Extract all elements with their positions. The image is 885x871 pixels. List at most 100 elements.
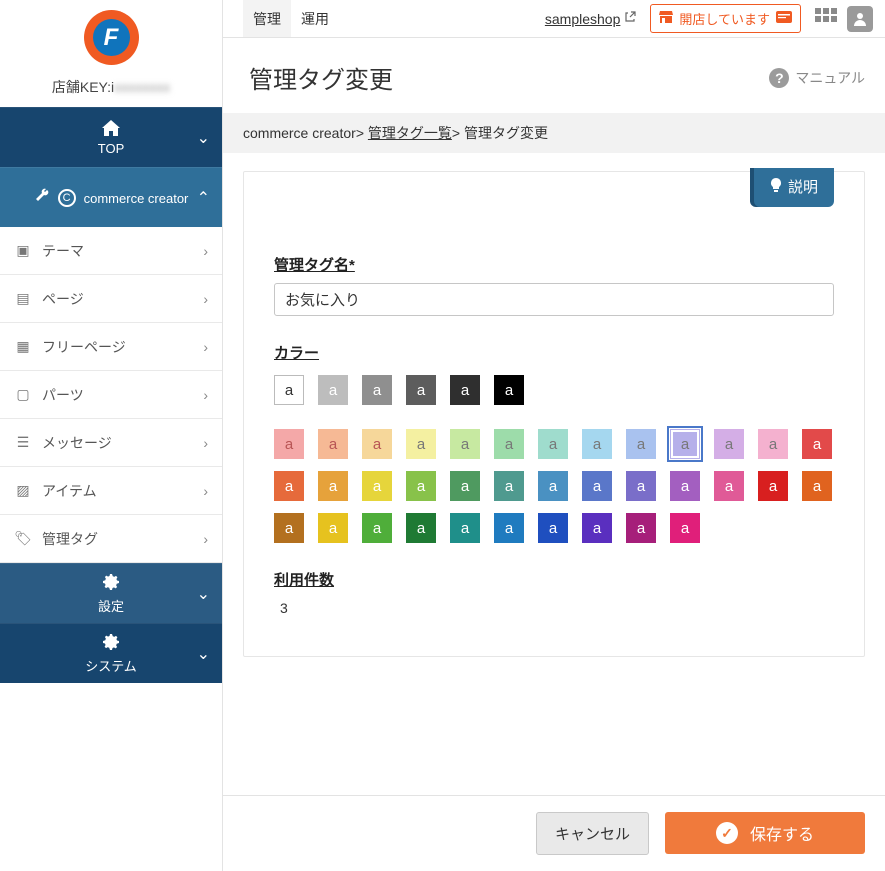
manual-link[interactable]: ? マニュアル — [769, 68, 865, 88]
breadcrumb-root: commerce creator — [243, 125, 356, 141]
color-swatch[interactable]: a — [538, 429, 568, 459]
color-swatch[interactable]: a — [494, 375, 524, 405]
color-swatch[interactable]: a — [714, 471, 744, 501]
chevron-up-icon: ⌃ — [197, 188, 210, 208]
subnav-label: アイテム — [42, 481, 97, 501]
color-swatch[interactable]: a — [670, 513, 700, 543]
subnav-label: パーツ — [42, 385, 84, 405]
color-swatch[interactable]: a — [758, 429, 788, 459]
color-swatch[interactable]: a — [626, 429, 656, 459]
freepage-icon: ▦ — [14, 338, 32, 355]
color-swatch[interactable]: a — [362, 375, 392, 405]
nav-top[interactable]: TOP ⌄ — [0, 107, 222, 167]
color-swatch[interactable]: a — [582, 513, 612, 543]
color-swatch[interactable]: a — [714, 429, 744, 459]
help-icon: ? — [769, 68, 789, 88]
color-swatch[interactable]: a — [318, 375, 348, 405]
explain-badge[interactable]: 説明 — [754, 168, 834, 207]
gear-icon — [102, 633, 120, 654]
color-swatch[interactable]: a — [318, 471, 348, 501]
chevron-right-icon: › — [203, 483, 208, 499]
color-swatch[interactable]: a — [758, 471, 788, 501]
nav-commerce-creator[interactable]: C commerce creator ⌃ — [0, 167, 222, 227]
save-label: 保存する — [750, 821, 814, 845]
nav-settings[interactable]: 設定 ⌄ — [0, 563, 222, 623]
shop-link[interactable]: sampleshop — [545, 11, 637, 27]
nav-system[interactable]: システム ⌄ — [0, 623, 222, 683]
save-button[interactable]: ✓ 保存する — [665, 812, 865, 854]
color-swatch[interactable]: a — [802, 429, 832, 459]
subnav-page[interactable]: ▤ ページ › — [0, 275, 222, 323]
color-swatch[interactable]: a — [582, 471, 612, 501]
gear-icon — [102, 573, 120, 594]
subnav-parts[interactable]: ▢ パーツ › — [0, 371, 222, 419]
color-swatch[interactable]: a — [450, 471, 480, 501]
color-swatch[interactable]: a — [802, 471, 832, 501]
color-swatch[interactable]: a — [274, 375, 304, 405]
color-swatch[interactable]: a — [406, 429, 436, 459]
color-swatch[interactable]: a — [538, 513, 568, 543]
external-link-icon — [624, 11, 636, 26]
page-icon: ▤ — [14, 290, 32, 307]
sidebar: F 店舗KEY:ixxxxxxxx TOP ⌄ C commerce creat… — [0, 0, 223, 871]
color-swatch[interactable]: a — [318, 513, 348, 543]
check-icon: ✓ — [716, 822, 738, 844]
cancel-button[interactable]: キャンセル — [536, 812, 649, 855]
color-swatch[interactable]: a — [582, 429, 612, 459]
subnav-label: ページ — [42, 289, 84, 309]
page-header: 管理タグ変更 ? マニュアル — [223, 38, 885, 113]
store-icon — [659, 11, 673, 26]
color-swatch[interactable]: a — [274, 513, 304, 543]
subnav-freepage[interactable]: ▦ フリーページ › — [0, 323, 222, 371]
color-swatch[interactable]: a — [626, 513, 656, 543]
tab-ops[interactable]: 運用 — [291, 0, 339, 37]
open-status-badge[interactable]: 開店しています — [650, 4, 801, 33]
subnav-admin-tag[interactable]: 🏷 管理タグ › — [0, 515, 222, 563]
home-icon — [102, 120, 120, 139]
color-swatch[interactable]: a — [494, 429, 524, 459]
nav-cc-label: commerce creator — [84, 191, 189, 206]
briefcase-icon: ▢ — [14, 386, 32, 403]
chevron-right-icon: › — [203, 435, 208, 451]
color-swatch[interactable]: a — [450, 375, 480, 405]
apps-icon[interactable] — [815, 8, 837, 30]
color-swatch[interactable]: a — [538, 471, 568, 501]
chevron-down-icon: ⌄ — [197, 644, 210, 664]
subnav-item[interactable]: ▨ アイテム › — [0, 467, 222, 515]
shop-key-value: xxxxxxxx — [114, 79, 170, 95]
chevron-right-icon: › — [203, 387, 208, 403]
color-swatch[interactable]: a — [406, 471, 436, 501]
color-swatch[interactable]: a — [362, 471, 392, 501]
tag-name-input[interactable] — [274, 283, 834, 316]
tab-admin[interactable]: 管理 — [243, 0, 291, 37]
explain-label: 説明 — [788, 176, 818, 197]
user-icon[interactable] — [847, 6, 873, 32]
nav-top-label: TOP — [98, 141, 125, 156]
color-swatch[interactable]: a — [494, 471, 524, 501]
color-swatches: aaaaaaaaaaaaaaaaaaaaaaaaaaaaaaaaaaaaaaaa… — [274, 375, 834, 543]
color-swatch[interactable]: a — [274, 429, 304, 459]
color-swatch[interactable]: a — [318, 429, 348, 459]
color-swatch[interactable]: a — [450, 429, 480, 459]
breadcrumb: commerce creator> 管理タグ一覧> 管理タグ変更 — [223, 113, 885, 153]
color-swatch[interactable]: a — [670, 429, 700, 459]
color-swatch[interactable]: a — [626, 471, 656, 501]
image-icon: ▨ — [14, 482, 32, 499]
shop-key: 店舗KEY:ixxxxxxxx — [0, 65, 222, 107]
subnav-label: 管理タグ — [42, 529, 98, 549]
tag-name-label: 管理タグ名* — [274, 254, 834, 275]
color-swatch[interactable]: a — [670, 471, 700, 501]
subnav-message[interactable]: ☰ メッセージ › — [0, 419, 222, 467]
color-swatch[interactable]: a — [494, 513, 524, 543]
color-swatch[interactable]: a — [450, 513, 480, 543]
nav-system-label: システム — [85, 656, 137, 675]
subnav-theme[interactable]: ▣ テーマ › — [0, 227, 222, 275]
color-swatch[interactable]: a — [406, 375, 436, 405]
color-swatch[interactable]: a — [406, 513, 436, 543]
tag-icon: 🏷 — [14, 530, 32, 547]
color-swatch[interactable]: a — [362, 429, 392, 459]
breadcrumb-list[interactable]: 管理タグ一覧 — [368, 125, 452, 141]
color-swatch[interactable]: a — [362, 513, 392, 543]
chevron-down-icon: ⌄ — [197, 584, 210, 604]
color-swatch[interactable]: a — [274, 471, 304, 501]
